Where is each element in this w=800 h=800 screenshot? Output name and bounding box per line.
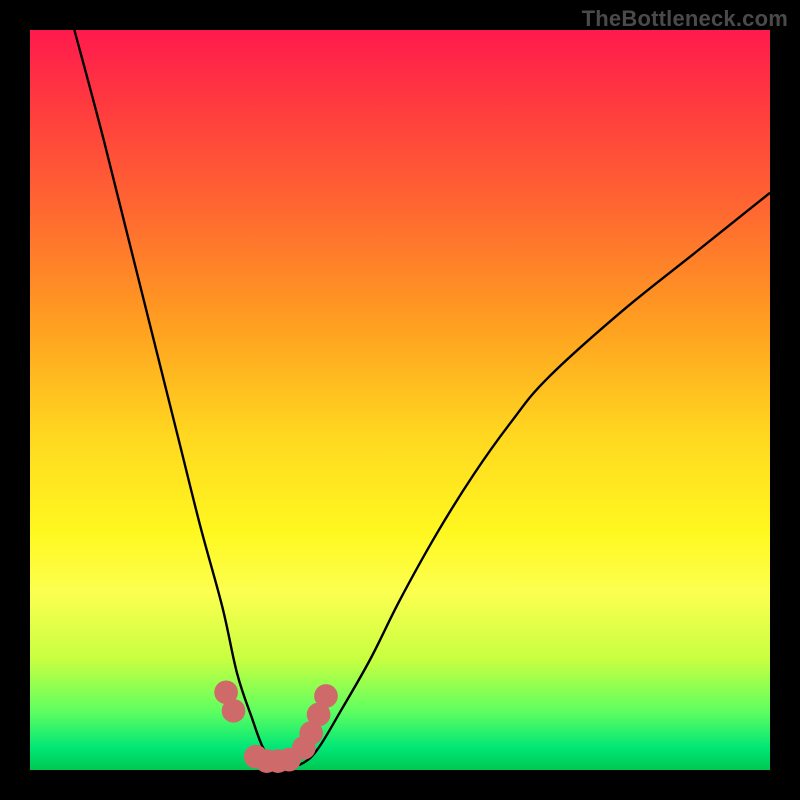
bottleneck-curve-svg [30,30,770,770]
bottleneck-curve [74,30,770,766]
curve-marker [314,684,338,708]
curve-marker [222,699,246,723]
plot-area [30,30,770,770]
curve-markers [214,680,338,773]
watermark-text: TheBottleneck.com [582,6,788,32]
chart-frame: TheBottleneck.com [0,0,800,800]
